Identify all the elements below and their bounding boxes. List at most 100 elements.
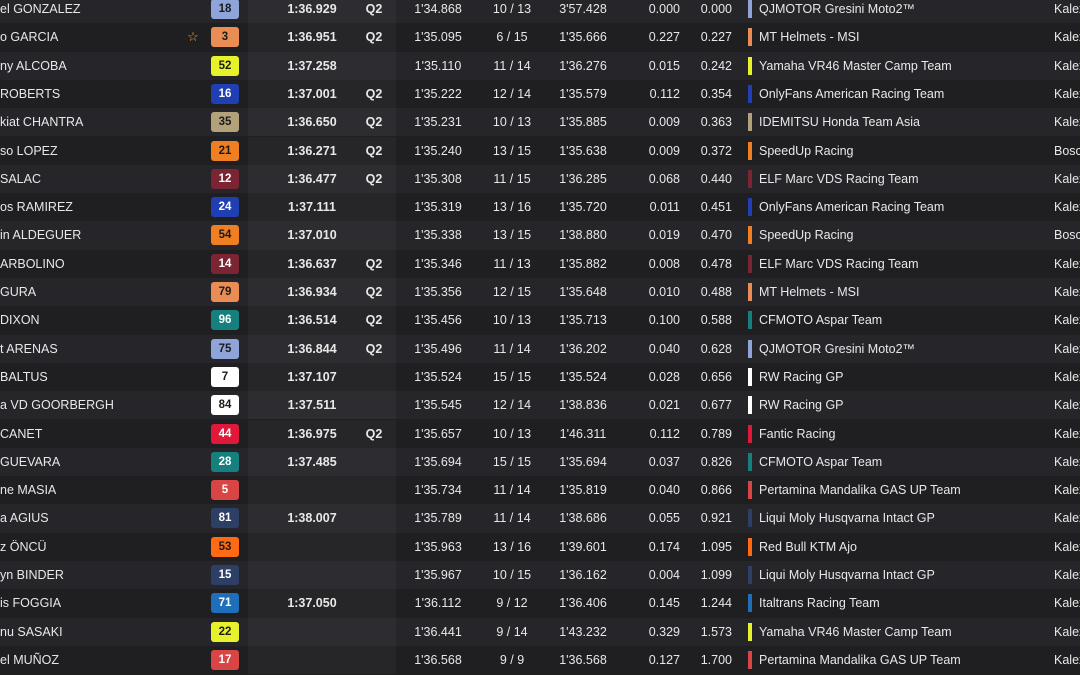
gap-previous: 0.009 bbox=[648, 115, 680, 130]
table-row[interactable]: so LOPEZ 21 1:36.271 Q2 1'35.240 13 / 15 1'35.… bbox=[0, 136, 1080, 165]
manufacturer: Kalex bbox=[1054, 58, 1080, 73]
table-row[interactable]: ne MASIA 5 1'35.734 11 / 14 1'35.819 0.040 0.8… bbox=[0, 476, 1080, 505]
manufacturer: Kalex bbox=[1054, 398, 1080, 413]
gap-previous: 0.227 bbox=[648, 30, 680, 45]
table-row[interactable]: os RAMIREZ 24 1:37.111 1'35.319 13 / 16 1'35.… bbox=[0, 193, 1080, 222]
table-row[interactable]: DIXON 96 1:36.514 Q2 1'35.456 10 / 13 1'35.713… bbox=[0, 306, 1080, 335]
q2-badge: Q2 bbox=[365, 171, 383, 186]
gap-leader: 0.866 bbox=[700, 483, 732, 498]
lap-time: 1'35.496 bbox=[414, 341, 462, 356]
lap-time: 1'35.657 bbox=[414, 426, 462, 441]
best-lap-time: 1:37.258 bbox=[287, 58, 337, 73]
table-row[interactable]: CANET 44 1:36.975 Q2 1'35.657 10 / 13 1'46.311… bbox=[0, 419, 1080, 448]
star-outline-icon[interactable]: ☆ bbox=[186, 23, 200, 51]
gap-leader: 0.227 bbox=[700, 30, 732, 45]
table-row[interactable]: GUEVARA 28 1:37.485 1'35.694 15 / 15 1'35.694… bbox=[0, 447, 1080, 477]
gap-previous: 0.010 bbox=[648, 285, 680, 299]
manufacturer: Kalex bbox=[1054, 624, 1080, 639]
rider-name: os RAMIREZ bbox=[0, 200, 73, 215]
manufacturer: Kalex bbox=[1054, 86, 1080, 101]
q2-badge: Q2 bbox=[365, 426, 383, 441]
team-name: ELF Marc VDS Racing Team bbox=[759, 256, 919, 271]
gap-previous: 0.009 bbox=[648, 143, 680, 158]
best-lap-time: 1:37.511 bbox=[287, 398, 337, 413]
table-row[interactable]: kiat CHANTRA 35 1:36.650 Q2 1'35.231 10 / 13 1… bbox=[0, 108, 1080, 137]
team-name: ELF Marc VDS Racing Team bbox=[759, 171, 919, 186]
table-row[interactable]: is FOGGIA 71 1:37.050 1'36.112 9 / 12 1'36.40… bbox=[0, 589, 1080, 618]
rider-number-badge: 79 bbox=[211, 282, 239, 302]
best-lap-time bbox=[272, 618, 352, 646]
rider-name: el MUÑOZ bbox=[0, 652, 60, 667]
rider-number-badge: 54 bbox=[211, 225, 239, 246]
last-lap-time: 1'36.202 bbox=[559, 341, 607, 356]
lap-time: 1'35.308 bbox=[414, 171, 462, 186]
q2-badge: Q2 bbox=[365, 115, 383, 130]
rider-number-badge: 7 bbox=[211, 366, 239, 387]
q2-badge bbox=[360, 533, 388, 561]
team-color-bar bbox=[748, 367, 752, 386]
best-lap-time: 1:36.514 bbox=[287, 313, 337, 328]
table-row[interactable]: a AGIUS 81 1:38.007 1'35.789 11 / 14 1'38.686… bbox=[0, 504, 1080, 533]
last-lap-time: 1'36.162 bbox=[559, 568, 607, 582]
table-row[interactable]: in ALDEGUER 54 1:37.010 1'35.338 13 / 15 1'38… bbox=[0, 221, 1080, 250]
table-row[interactable]: a VD GOORBERGH 84 1:37.511 1'35.545 12 / 14 1… bbox=[0, 391, 1080, 420]
best-lap-time: 1:36.271 bbox=[287, 143, 337, 158]
table-row[interactable]: SALAC 12 1:36.477 Q2 1'35.308 11 / 15 1'36.285… bbox=[0, 164, 1080, 194]
table-row[interactable]: BALTUS 7 1:37.107 1'35.524 15 / 15 1'35.524 0.… bbox=[0, 362, 1080, 392]
lap-time: 1'35.240 bbox=[414, 143, 462, 158]
team-name: QJMOTOR Gresini Moto2™ bbox=[759, 341, 916, 356]
rider-number-badge: 44 bbox=[211, 423, 239, 444]
gap-leader: 0.656 bbox=[700, 369, 732, 384]
q2-badge: Q2 bbox=[365, 30, 383, 45]
rider-number-badge: 84 bbox=[211, 395, 239, 416]
lap-count: 15 / 15 bbox=[492, 454, 532, 469]
last-lap-time: 1'38.836 bbox=[559, 398, 607, 413]
table-row[interactable]: el MUÑOZ 17 1'36.568 9 / 9 1'36.568 0.127 1.70… bbox=[0, 645, 1080, 675]
lap-time: 1'35.967 bbox=[414, 568, 462, 582]
table-row[interactable]: z ÖNCÜ 53 1'35.963 13 / 16 1'39.601 0.174 1.09… bbox=[0, 532, 1080, 561]
table-row[interactable]: ny ALCOBA 52 1:37.258 1'35.110 11 / 14 1'36.2… bbox=[0, 51, 1080, 80]
table-row[interactable]: t ARENAS 75 1:36.844 Q2 1'35.496 11 / 14 1'36.… bbox=[0, 334, 1080, 363]
last-lap-time: 1'35.882 bbox=[559, 256, 607, 271]
gap-previous: 0.015 bbox=[648, 58, 680, 73]
team-name: MT Helmets - MSI bbox=[759, 30, 860, 45]
team-color-bar bbox=[748, 198, 752, 217]
team-name: SpeedUp Racing bbox=[759, 143, 854, 158]
table-row[interactable]: nu SASAKI 22 1'36.441 9 / 14 1'43.232 0.329 1.… bbox=[0, 617, 1080, 646]
team-name: Liqui Moly Husqvarna Intact GP bbox=[759, 568, 935, 582]
last-lap-time: 1'38.686 bbox=[559, 511, 607, 526]
gap-previous: 0.011 bbox=[649, 200, 680, 215]
last-lap-time: 1'35.648 bbox=[559, 285, 607, 299]
gap-previous: 0.021 bbox=[648, 398, 680, 413]
manufacturer: Kalex bbox=[1054, 454, 1080, 469]
lap-time: 1'36.441 bbox=[414, 624, 462, 639]
table-row[interactable]: ARBOLINO 14 1:36.637 Q2 1'35.346 11 / 13 1'35.… bbox=[0, 249, 1080, 278]
table-row[interactable]: o GARCIA ☆ 3 1:36.951 Q2 1'35.095 6 / 15 1'35.6… bbox=[0, 23, 1080, 52]
gap-leader: 0.372 bbox=[700, 143, 732, 158]
table-row[interactable]: el GONZALEZ 18 1:36.929 Q2 1'34.868 10 / 13 3'… bbox=[0, 0, 1080, 24]
lap-time: 1'35.545 bbox=[414, 398, 462, 413]
team-color-bar bbox=[748, 84, 752, 103]
rider-number-badge: 17 bbox=[211, 649, 239, 670]
gap-leader: 0.921 bbox=[700, 511, 732, 526]
lap-count: 9 / 9 bbox=[499, 652, 525, 667]
table-row[interactable]: yn BINDER 15 1'35.967 10 / 15 1'36.162 0.004 1… bbox=[0, 561, 1080, 590]
gap-previous: 0.000 bbox=[648, 2, 680, 16]
best-lap-time: 1:37.050 bbox=[287, 596, 337, 611]
rider-name: nu SASAKI bbox=[0, 624, 63, 639]
gap-leader: 0.470 bbox=[700, 228, 732, 243]
manufacturer: Kalex bbox=[1054, 341, 1080, 356]
q2-badge bbox=[360, 476, 388, 504]
rider-name: z ÖNCÜ bbox=[0, 539, 47, 554]
gap-previous: 0.008 bbox=[648, 256, 680, 271]
rider-number-badge: 52 bbox=[211, 55, 239, 76]
gap-previous: 0.112 bbox=[649, 86, 680, 101]
last-lap-time: 1'36.568 bbox=[559, 652, 607, 667]
lap-time: 1'35.524 bbox=[414, 369, 462, 384]
rider-name: ARBOLINO bbox=[0, 256, 65, 271]
table-row[interactable]: GURA 79 1:36.934 Q2 1'35.356 12 / 15 1'35.648 0… bbox=[0, 278, 1080, 307]
team-name: Pertamina Mandalika GAS UP Team bbox=[759, 652, 961, 667]
rider-number-badge: 71 bbox=[211, 593, 239, 614]
table-row[interactable]: ROBERTS 16 1:37.001 Q2 1'35.222 12 / 14 1'35.5… bbox=[0, 79, 1080, 109]
best-lap-time: 1:36.929 bbox=[287, 2, 337, 16]
